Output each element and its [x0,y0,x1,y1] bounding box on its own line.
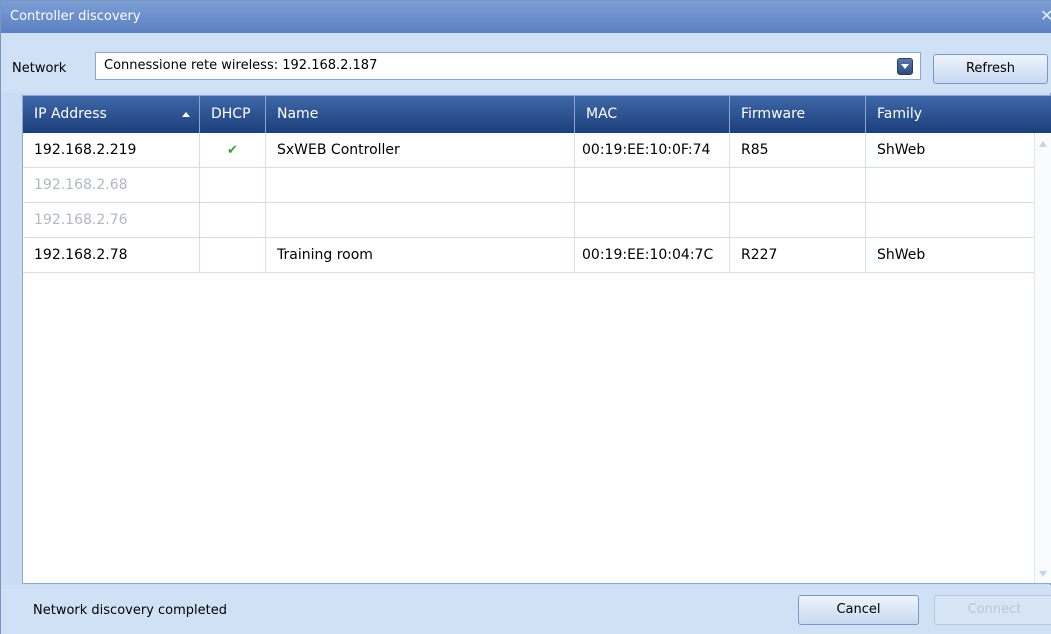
table-header: IP Address DHCP Name MAC Firmware Family [23,96,1051,133]
network-select-value: Connessione rete wireless: 192.168.2.187 [104,58,378,73]
scroll-up-icon[interactable] [1039,141,1047,147]
family-cell [866,203,1036,237]
mac-cell: 00:19:EE:10:04:7C [575,238,730,272]
firmware-cell: R85 [730,133,866,167]
name-cell [266,203,575,237]
column-header-label: Family [877,106,923,122]
close-icon[interactable]: ✕ [1040,6,1051,26]
column-header-label: Firmware [741,106,806,122]
refresh-button[interactable]: Refresh [933,54,1048,84]
cancel-button[interactable]: Cancel [798,595,919,625]
table-row[interactable]: 192.168.2.68 [23,168,1036,203]
column-header-label: IP Address [34,106,107,122]
scroll-down-icon[interactable] [1039,571,1047,577]
column-header-label: MAC [586,106,618,122]
mac-cell [575,203,730,237]
column-header-name[interactable]: Name [266,96,575,133]
controllers-table: IP Address DHCP Name MAC Firmware Family… [22,95,1051,584]
ip-cell: 192.168.2.76 [23,203,200,237]
name-cell: Training room [266,238,575,272]
check-icon: ✔ [227,143,238,158]
firmware-cell [730,203,866,237]
table-row[interactable]: 192.168.2.78 Training room 00:19:EE:10:0… [23,238,1036,273]
title-bar: Controller discovery ✕ [1,1,1051,33]
column-header-label: DHCP [211,106,251,122]
family-cell [866,168,1036,202]
window-title: Controller discovery [10,9,141,24]
status-text: Network discovery completed [33,603,227,618]
status-bar: Network discovery completed Cancel Conne… [1,585,1051,634]
dhcp-cell [200,168,266,202]
name-cell: SxWEB Controller [266,133,575,167]
table-row[interactable]: 192.168.2.219 ✔ SxWEB Controller 00:19:E… [23,133,1036,168]
table-row[interactable]: 192.168.2.76 [23,203,1036,238]
network-bar: Network Connessione rete wireless: 192.1… [1,33,1051,93]
ip-cell: 192.168.2.78 [23,238,200,272]
dhcp-cell: ✔ [200,133,266,167]
network-select[interactable]: Connessione rete wireless: 192.168.2.187 [95,52,921,80]
column-header-label: Name [277,106,319,122]
ip-cell: 192.168.2.68 [23,168,200,202]
family-cell: ShWeb [877,247,926,263]
column-header-dhcp[interactable]: DHCP [200,96,266,133]
connect-button[interactable]: Connect [934,595,1051,625]
column-header-firmware[interactable]: Firmware [730,96,866,133]
column-header-family[interactable]: Family [866,96,1051,133]
network-label: Network [12,61,67,76]
sort-ascending-icon [182,112,190,117]
chevron-down-icon[interactable] [897,58,913,75]
column-header-mac[interactable]: MAC [575,96,730,133]
mac-cell: 00:19:EE:10:0F:74 [575,133,730,167]
dhcp-cell [200,203,266,237]
firmware-cell [730,168,866,202]
ip-cell: 192.168.2.219 [23,133,200,167]
vertical-scrollbar[interactable] [1034,133,1051,583]
firmware-cell: R227 [730,238,866,272]
mac-cell [575,168,730,202]
name-cell [266,168,575,202]
column-header-ip-address[interactable]: IP Address [23,96,200,133]
controller-discovery-window: Controller discovery ✕ Network Connessio… [0,0,1051,634]
family-cell: ShWeb [877,142,926,158]
dhcp-cell [200,238,266,272]
